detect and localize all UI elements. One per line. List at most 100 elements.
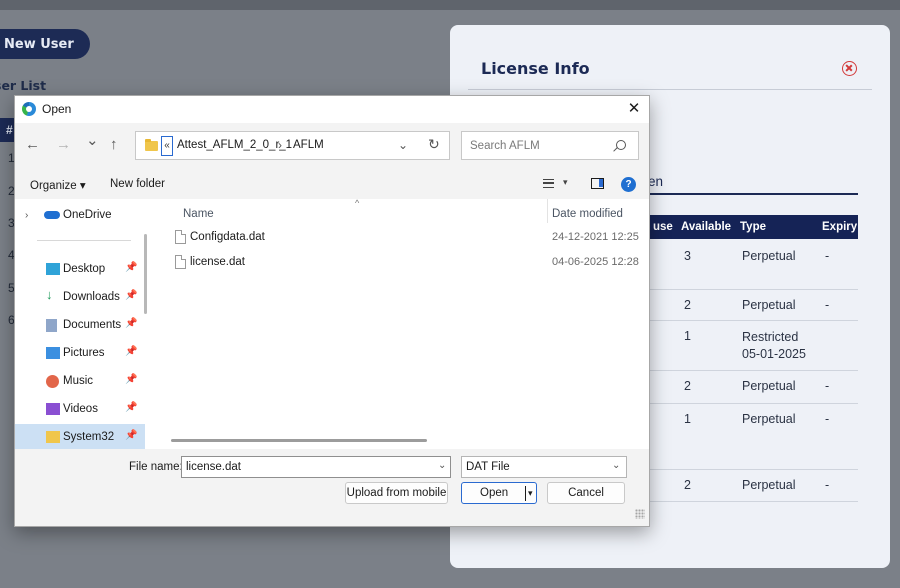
upload-from-mobile-button[interactable]: Upload from mobile [345,482,448,504]
available-cell: 1 [684,412,691,426]
file-name-field[interactable]: license.dat ⌄ [181,456,451,478]
new-user-button[interactable]: New User [0,29,90,59]
chevron-down-icon[interactable]: ⌄ [438,460,446,471]
breadcrumb-attest-aflm[interactable]: Attest_AFLM_2_0_r_1 [177,139,292,151]
cloud-icon [44,211,60,219]
expiry-cell: - [825,298,830,312]
open-button-label: Open [480,487,509,499]
app-top-bar [0,0,900,10]
split-divider [525,486,526,501]
open-file-dialog: Open ✕ ← → ⌄ ↑ « Attest_AFLM_2_0_r_1 › A… [14,95,650,527]
chevron-down-icon[interactable]: ⌄ [612,460,620,471]
open-button[interactable]: Open ▾ [461,482,537,504]
pin-icon[interactable]: 📌 [125,402,137,413]
close-icon[interactable] [842,61,857,76]
sidebar-item-system32[interactable]: System32 📌 [15,424,145,450]
sidebar-item-music[interactable]: Music 📌 [15,368,145,394]
file-row[interactable]: license.dat 04-06-2025 12:28 [153,252,649,276]
file-name: license.dat [190,256,245,268]
sidebar-item-onedrive[interactable]: › OneDrive [15,202,145,228]
cancel-button[interactable]: Cancel [547,482,625,504]
pin-icon[interactable]: 📌 [125,262,137,273]
open-options-chevron-icon[interactable]: ▾ [528,483,533,503]
recent-locations-chevron-icon[interactable]: ⌄ [86,132,99,150]
picture-icon [46,347,60,359]
folder-icon [145,139,158,151]
pin-icon[interactable]: 📌 [125,318,137,329]
help-icon[interactable]: ? [621,177,636,192]
view-list-icon[interactable] [543,179,554,188]
expiry-cell: - [825,478,830,492]
available-cell: 2 [684,379,691,393]
breadcrumb-aflm[interactable]: AFLM [293,139,324,151]
resize-grip-icon[interactable] [635,509,645,519]
sidebar-item-pictures[interactable]: Pictures 📌 [15,340,145,366]
file-row[interactable]: Configdata.dat 24-12-2021 12:25 [153,227,649,251]
type-cell: Perpetual [742,249,796,263]
divider [468,89,872,90]
pin-icon[interactable]: 📌 [125,346,137,357]
breadcrumb-overflow-button[interactable]: « [161,136,173,156]
dialog-footer: File name: license.dat ⌄ DAT File ⌄ Uplo… [15,449,649,526]
back-arrow-icon[interactable]: ← [25,136,40,154]
type-cell: Perpetual [742,298,796,312]
expiry-cell: - [825,412,830,426]
license-row: 2 Perpetual - [646,290,858,321]
sidebar-item-videos[interactable]: Videos 📌 [15,396,145,422]
folder-icon [46,431,60,443]
license-row: 1 Restricted 05-01-2025 [646,321,858,371]
documents-icon [46,319,57,332]
pin-icon[interactable]: 📌 [125,290,137,301]
navigation-pane: › OneDrive Desktop 📌 ↓ Downloads 📌 Docum… [15,199,145,450]
sidebar-item-downloads[interactable]: ↓ Downloads 📌 [15,284,145,310]
search-input[interactable]: Search AFLM [461,131,639,160]
dialog-title-bar[interactable]: Open ✕ [15,96,649,123]
file-list-pane: ^ Name Date modified Configdata.dat 24-1… [153,198,649,449]
organize-menu-button[interactable]: Organize ▾ [30,178,86,192]
file-date: 24-12-2021 12:25 [552,231,639,243]
forward-arrow-icon[interactable]: → [56,136,71,154]
navigation-bar: ← → ⌄ ↑ « Attest_AFLM_2_0_r_1 › AFLM ⌄ ↻… [15,123,649,169]
address-bar[interactable]: « Attest_AFLM_2_0_r_1 › AFLM ⌄ ↻ [135,131,450,160]
refresh-icon[interactable]: ↻ [428,136,440,153]
license-row: 2 Perpetual - [646,371,858,404]
new-folder-button[interactable]: New folder [110,178,165,190]
sidebar-item-label: Pictures [63,347,105,359]
command-bar: Organize ▾ New folder ▾ ? [15,169,649,199]
pin-icon[interactable]: 📌 [125,430,137,441]
column-header-use: use [653,221,673,233]
file-icon [175,230,186,244]
expand-chevron-icon[interactable]: › [25,210,28,221]
available-cell: 1 [684,329,691,343]
tab-underline [640,193,858,195]
close-icon[interactable]: ✕ [620,97,648,121]
expiry-cell: - [825,379,830,393]
view-options-chevron-icon[interactable]: ▾ [563,177,568,188]
column-header-name[interactable]: Name [183,208,214,220]
license-row: 2 Perpetual - [646,470,858,502]
type-cell: Restricted 05-01-2025 [742,330,806,361]
pin-icon[interactable]: 📌 [125,374,137,385]
chevron-down-icon[interactable]: ⌄ [398,138,408,152]
license-tab-label[interactable]: en [648,174,663,189]
sidebar-item-label: System32 [63,431,115,443]
sidebar-item-label: Desktop [63,263,106,275]
license-row: 1 Perpetual - [646,404,858,470]
music-icon [46,375,59,388]
search-icon [616,140,626,150]
divider [37,240,131,241]
user-list-heading: ser List [0,78,47,93]
type-cell: Perpetual [742,412,796,426]
available-cell: 2 [684,298,691,312]
horizontal-scrollbar[interactable] [171,439,427,442]
column-header-date-modified[interactable]: Date modified [552,208,623,220]
navigation-pane-scrollbar[interactable] [144,234,147,314]
license-info-title: License Info [481,59,590,78]
sidebar-item-desktop[interactable]: Desktop 📌 [15,256,145,282]
file-type-select[interactable]: DAT File ⌄ [461,456,627,478]
preview-pane-icon[interactable] [591,178,604,189]
column-separator[interactable] [547,199,548,223]
sidebar-item-documents[interactable]: Documents 📌 [15,312,145,338]
up-arrow-icon[interactable]: ↑ [110,136,118,154]
download-arrow-icon: ↓ [46,287,53,302]
